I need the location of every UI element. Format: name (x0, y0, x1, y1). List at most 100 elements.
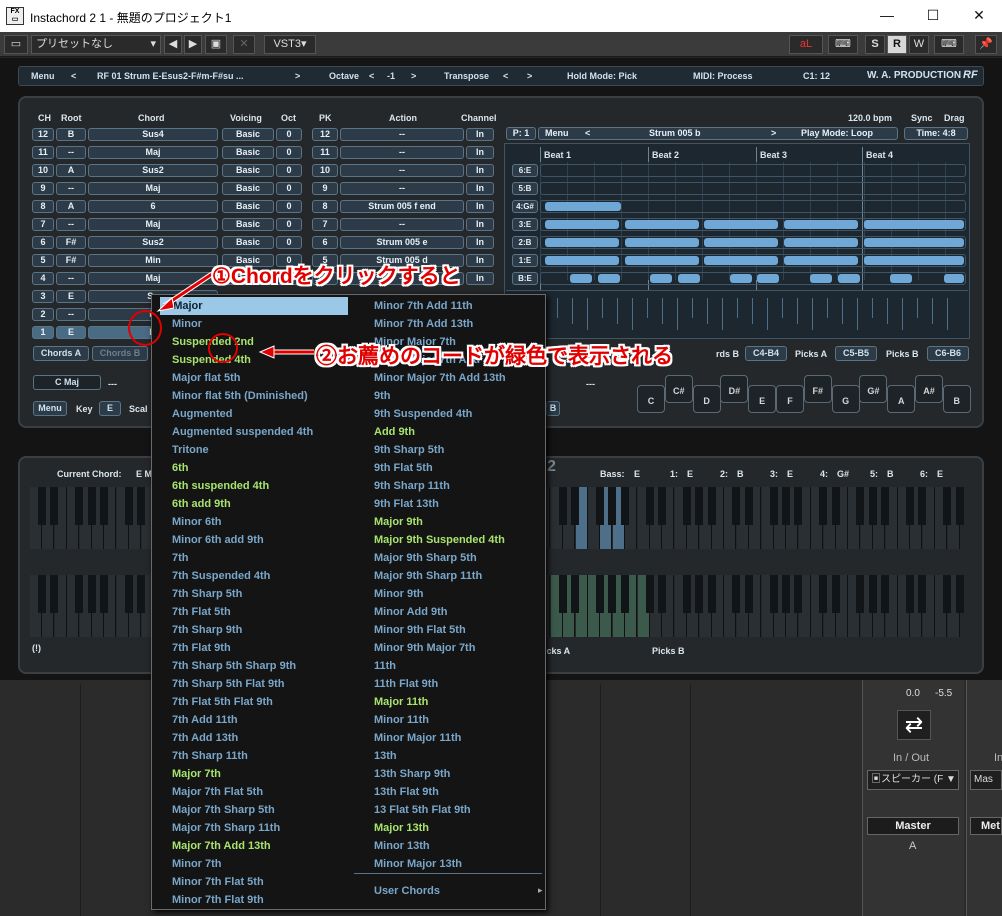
black-key[interactable] (695, 575, 704, 613)
row-root[interactable]: E (56, 326, 86, 339)
row-root[interactable]: -- (56, 182, 86, 195)
menu-item[interactable]: 13th Flat 9th (374, 783, 439, 801)
black-key[interactable] (732, 487, 741, 525)
menu-item[interactable]: Tritone (172, 441, 209, 459)
row-action[interactable]: -- (340, 128, 464, 141)
save-icon[interactable]: ▣ (205, 35, 227, 54)
row-chord[interactable]: 6 (88, 200, 218, 213)
pick-key[interactable]: E (748, 385, 777, 413)
pattern-note[interactable] (890, 274, 912, 283)
row-root[interactable]: -- (56, 218, 86, 231)
vst-select[interactable]: VST3▾ (264, 35, 316, 54)
pattern-note[interactable] (598, 274, 620, 283)
row-oct[interactable]: 0 (276, 182, 302, 195)
menu-item[interactable]: 7th Sharp 5th (172, 585, 242, 603)
row-voicing[interactable]: Basic (222, 182, 274, 195)
row-root[interactable]: -- (56, 272, 86, 285)
menu-item[interactable]: Major 11th (374, 693, 428, 711)
row-oct[interactable]: 0 (276, 146, 302, 159)
c1-setting[interactable]: C1: 12 (803, 71, 830, 81)
output-select-2[interactable]: Mas (970, 770, 1002, 790)
black-key[interactable] (918, 487, 927, 525)
pattern-note[interactable] (625, 238, 699, 247)
row-voicing[interactable]: Basic (222, 218, 274, 231)
pattern-note[interactable] (545, 220, 619, 229)
black-key[interactable] (596, 575, 604, 613)
menu-item[interactable]: 13th (374, 747, 397, 765)
black-key[interactable] (100, 487, 108, 525)
menu-item[interactable]: Major 9th Sharp 5th (374, 549, 477, 567)
menu-item[interactable]: 7th Sharp 5th Flat 9th (172, 675, 284, 693)
black-key[interactable] (137, 575, 146, 613)
user-chords-item[interactable]: User Chords (374, 882, 440, 900)
menu-item[interactable]: Minor Major 13th (374, 855, 462, 873)
menu-item[interactable]: Augmented (172, 405, 233, 423)
pick-key[interactable]: F (776, 385, 804, 413)
menu-item[interactable]: 9th Sharp 11th (374, 477, 450, 495)
row-ch[interactable]: 10 (32, 164, 54, 177)
menu-item[interactable]: Minor 7th Flat 5th (172, 873, 264, 891)
black-key[interactable] (955, 575, 964, 613)
black-key[interactable] (620, 487, 629, 525)
time-signature[interactable]: Time: 4:8 (904, 127, 968, 140)
black-key[interactable] (943, 575, 952, 613)
row-channel[interactable]: In (466, 182, 494, 195)
black-key[interactable] (571, 487, 580, 525)
next-preset-icon[interactable]: ▶ (184, 35, 202, 54)
minimize-button[interactable]: — (874, 4, 900, 26)
black-key[interactable] (782, 575, 790, 613)
menu-item[interactable]: Major flat 5th (172, 369, 240, 387)
menu-item[interactable]: 7th (172, 549, 189, 567)
pattern-note[interactable] (545, 238, 619, 247)
key-select[interactable]: E (99, 401, 121, 416)
pattern-note[interactable] (704, 256, 778, 265)
pattern-number[interactable]: P: 1 (506, 127, 536, 140)
black-key[interactable] (707, 487, 716, 525)
row-ch[interactable]: 7 (32, 218, 54, 231)
black-key[interactable] (744, 487, 753, 525)
pick-key[interactable]: B (942, 385, 971, 413)
black-key[interactable] (943, 487, 952, 525)
black-key[interactable] (794, 575, 803, 613)
pattern-note[interactable] (730, 274, 752, 283)
menu-item[interactable]: 7th Flat 5th (172, 603, 231, 621)
menu-item[interactable]: Minor Major 7th Add 13th (374, 369, 506, 387)
black-key[interactable] (819, 575, 828, 613)
row-root[interactable]: -- (56, 146, 86, 159)
menu-item[interactable]: 6th (172, 459, 189, 477)
row-action[interactable]: -- (340, 164, 464, 177)
menu-item[interactable]: 7th Suspended 4th (172, 567, 270, 585)
top-prev-button[interactable]: < (71, 71, 76, 81)
black-key[interactable] (658, 575, 666, 613)
help-icon[interactable]: (!) (32, 643, 41, 653)
pick-key[interactable]: G (831, 385, 860, 413)
octave-up[interactable]: > (411, 71, 416, 81)
menu-item[interactable]: 7th Add 13th (172, 729, 238, 747)
top-menu-button[interactable]: Menu (31, 71, 55, 81)
pick-key[interactable]: G# (859, 375, 888, 403)
black-key[interactable] (955, 487, 964, 525)
row-pk[interactable]: 7 (312, 218, 338, 231)
menu-item[interactable]: Minor 7th Add 11th (374, 297, 473, 315)
row-ch[interactable]: 4 (32, 272, 54, 285)
row-pk[interactable]: 11 (312, 146, 338, 159)
key-menu-button[interactable]: Menu (33, 401, 67, 416)
row-channel[interactable]: In (466, 128, 494, 141)
menu-item[interactable]: Minor Major 11th (374, 729, 461, 747)
row-action[interactable]: Strum 005 f end (340, 200, 464, 213)
row-channel[interactable]: In (466, 254, 494, 267)
pattern-note[interactable] (784, 256, 858, 265)
menu-item[interactable]: 9th (374, 387, 391, 405)
menu-item[interactable]: 11th Flat 9th (374, 675, 438, 693)
black-key[interactable] (831, 575, 840, 613)
menu-item[interactable]: Minor 7th Add 13th (374, 315, 473, 333)
black-key[interactable] (50, 487, 59, 525)
menu-item[interactable]: Augmented suspended 4th (172, 423, 313, 441)
menu-item[interactable]: Major 7th Add 13th (172, 837, 271, 855)
row-oct[interactable]: 0 (276, 236, 302, 249)
black-key[interactable] (100, 575, 108, 613)
hold-mode[interactable]: Hold Mode: Pick (567, 71, 637, 81)
black-key[interactable] (744, 575, 753, 613)
black-key[interactable] (124, 487, 133, 525)
menu-item[interactable]: Minor 6th (172, 513, 222, 531)
